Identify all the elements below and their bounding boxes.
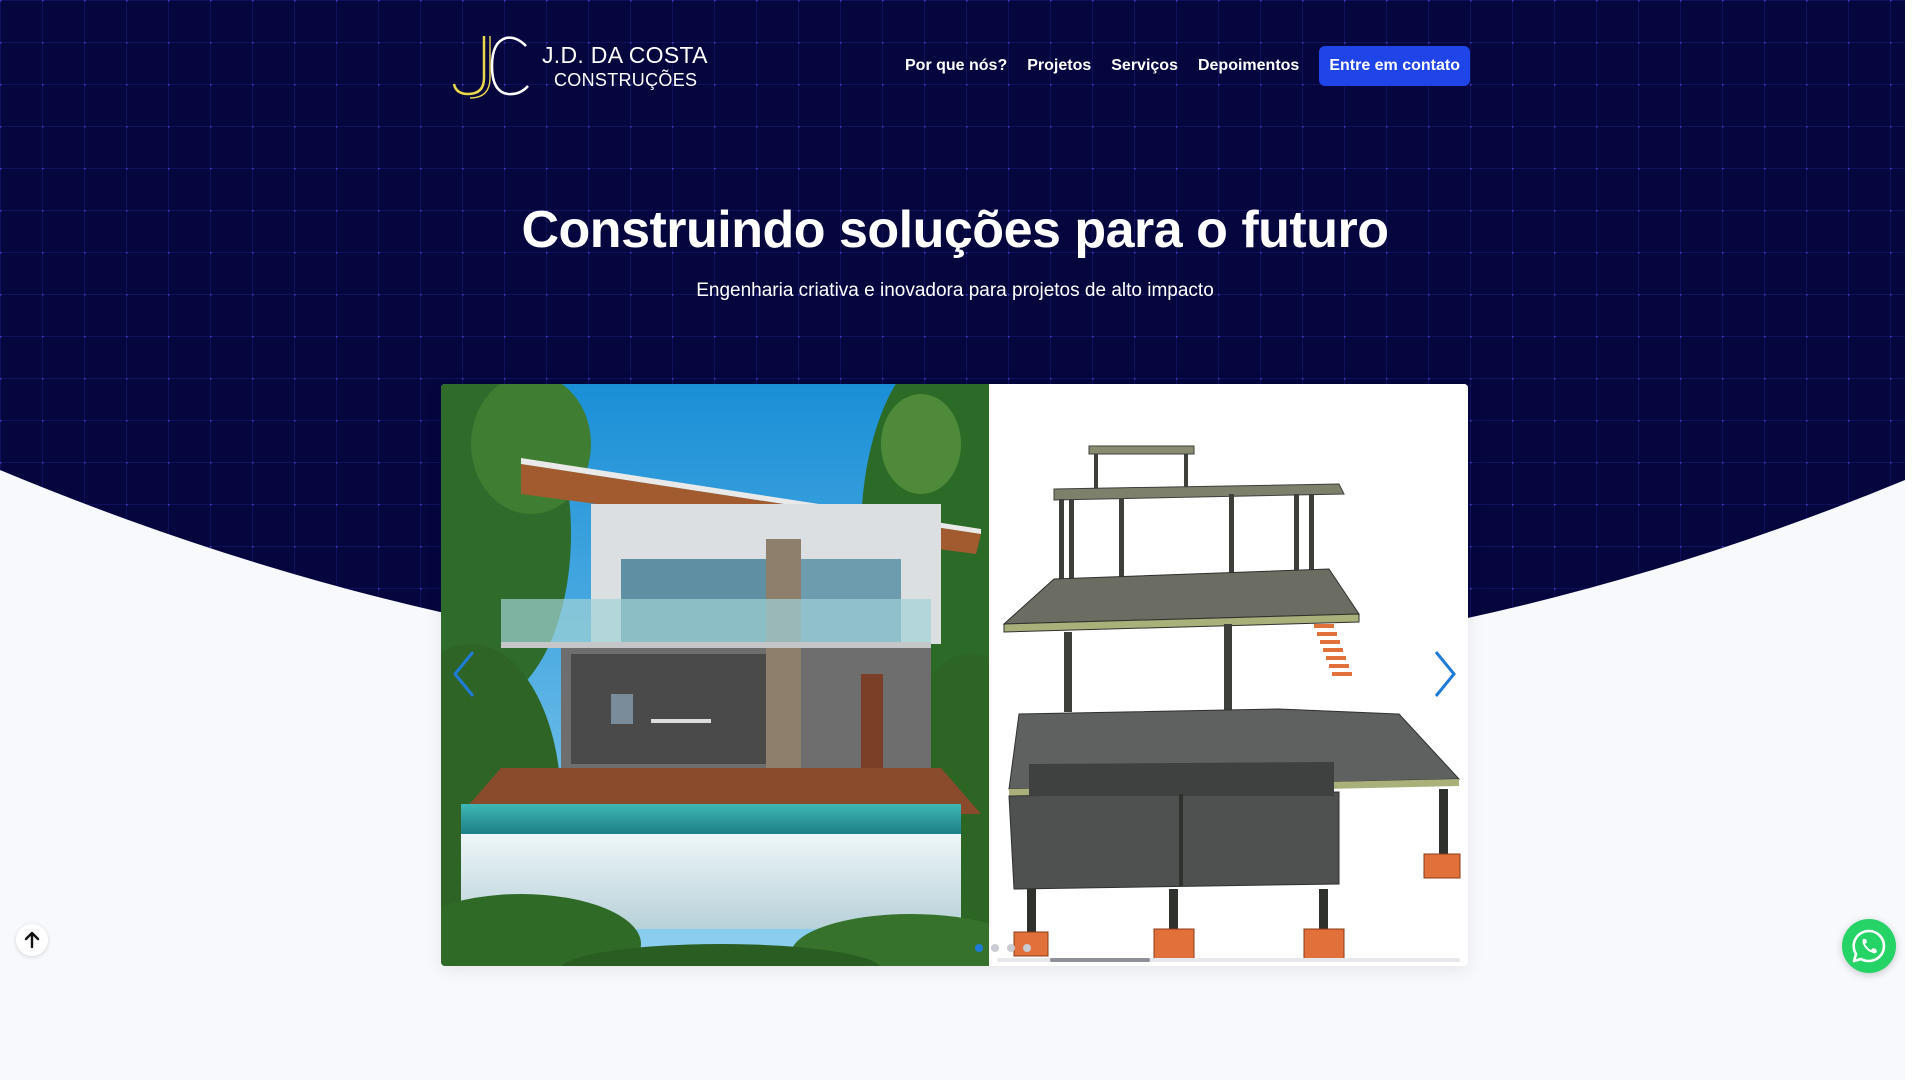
top-navigation: J.D. DA COSTA CONSTRUÇÕES Por que nós? P…: [450, 30, 1470, 105]
carousel-scrollbar[interactable]: [997, 958, 1460, 962]
arrow-up-icon: [24, 931, 40, 949]
hero-subtitle: Engenharia criativa e inovadora para pro…: [696, 280, 1214, 301]
carousel-pagination: [975, 944, 1031, 952]
nav-link-why-us[interactable]: Por que nós?: [905, 57, 1007, 75]
carousel-dot-3[interactable]: [1007, 944, 1015, 952]
hero-title: Construindo soluções para o futuro: [521, 201, 1389, 259]
projects-carousel: [441, 384, 1468, 966]
nav-link-testimonials[interactable]: Depoimentos: [1198, 57, 1299, 75]
contact-button[interactable]: Entre em contato: [1319, 46, 1470, 86]
carousel-dot-2[interactable]: [991, 944, 999, 952]
main-menu: Por que nós? Projetos Serviços Depoiment…: [905, 46, 1470, 86]
carousel-scrollbar-thumb[interactable]: [1050, 958, 1150, 962]
carousel-dot-4[interactable]: [1023, 944, 1031, 952]
jc-monogram-logo: [452, 36, 529, 99]
modern-house-render-image: [441, 384, 989, 966]
carousel-dot-1[interactable]: [975, 944, 983, 952]
nav-link-services[interactable]: Serviços: [1111, 57, 1178, 75]
brand-tagline: CONSTRUÇÕES: [554, 70, 698, 90]
back-to-top-button[interactable]: [16, 924, 48, 956]
structural-3d-model-image: [989, 384, 1468, 966]
chevron-left-icon[interactable]: [447, 646, 481, 702]
whatsapp-icon: [1852, 929, 1886, 963]
whatsapp-button[interactable]: [1842, 919, 1896, 973]
chevron-right-icon[interactable]: [1428, 646, 1462, 702]
brand-name: J.D. DA COSTA: [542, 42, 708, 68]
nav-link-projects[interactable]: Projetos: [1027, 57, 1091, 75]
brand-logo[interactable]: J.D. DA COSTA CONSTRUÇÕES: [450, 30, 710, 105]
